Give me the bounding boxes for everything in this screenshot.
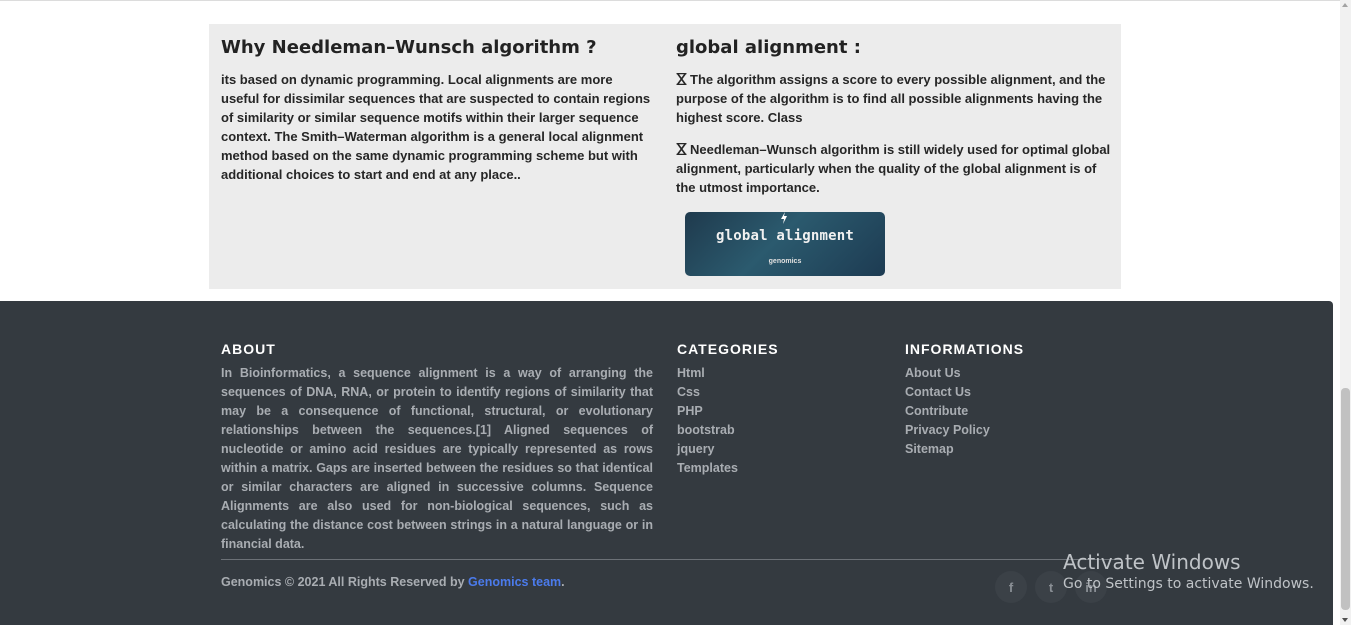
category-link-css[interactable]: Css xyxy=(677,383,738,402)
vertical-scrollbar[interactable] xyxy=(1340,0,1351,625)
copyright: Genomics © 2021 All Rights Reserved by G… xyxy=(221,575,565,589)
activate-windows-subtitle: Go to Settings to activate Windows. xyxy=(1063,576,1314,592)
lightning-icon xyxy=(781,212,787,224)
genomics-team-link[interactable]: Genomics team xyxy=(468,575,561,589)
scroll-down-arrow-icon[interactable] xyxy=(1342,618,1348,622)
why-text: its based on dynamic programming. Local … xyxy=(221,72,651,183)
categories-list: Html Css PHP bootstrab jquery Templates xyxy=(677,364,738,478)
global-alignment-column: global alignment : The algorithm assigns… xyxy=(676,36,1116,210)
category-link-jquery[interactable]: jquery xyxy=(677,440,738,459)
why-column: Why Needleman–Wunsch algorithm ? its bas… xyxy=(221,36,651,184)
image-subtitle: genomics xyxy=(768,258,802,265)
info-link-about-us[interactable]: About Us xyxy=(905,364,990,383)
info-link-sitemap[interactable]: Sitemap xyxy=(905,440,990,459)
global-alignment-image: global alignment genomics xyxy=(685,212,885,276)
activate-windows-title: Activate Windows xyxy=(1063,550,1241,574)
info-link-privacy-policy[interactable]: Privacy Policy xyxy=(905,421,990,440)
copyright-end: . xyxy=(561,575,565,589)
hourglass-icon xyxy=(676,73,687,86)
twitter-icon: t xyxy=(1048,579,1054,595)
alignment-intro-section: Why Needleman–Wunsch algorithm ? its bas… xyxy=(209,24,1121,289)
informations-list: About Us Contact Us Contribute Privacy P… xyxy=(905,364,990,459)
informations-heading: INFORMATIONS xyxy=(905,341,1025,357)
footer-divider xyxy=(221,559,1121,560)
category-link-bootstrap[interactable]: bootstrab xyxy=(677,421,738,440)
top-divider xyxy=(0,0,1340,1)
point-text: The algorithm assigns a score to every p… xyxy=(676,72,1106,126)
scrollbar-thumb[interactable] xyxy=(1341,388,1350,610)
why-title: Why Needleman–Wunsch algorithm ? xyxy=(221,37,597,58)
category-link-php[interactable]: PHP xyxy=(677,402,738,421)
point-text: Needleman–Wunsch algorithm is still wide… xyxy=(676,142,1111,196)
point-item: Needleman–Wunsch algorithm is still wide… xyxy=(676,140,1116,197)
global-alignment-title: global alignment : xyxy=(676,37,861,58)
category-link-templates[interactable]: Templates xyxy=(677,459,738,478)
hourglass-icon xyxy=(676,143,687,156)
scroll-up-arrow-icon[interactable] xyxy=(1342,3,1348,7)
categories-heading: CATEGORIES xyxy=(677,341,779,357)
image-title: global alignment xyxy=(715,228,855,244)
about-text: In Bioinformatics, a sequence alignment … xyxy=(221,366,653,551)
category-link-html[interactable]: Html xyxy=(677,364,738,383)
copyright-text: Genomics © 2021 All Rights Reserved by xyxy=(221,575,469,589)
facebook-icon: f xyxy=(1008,579,1014,595)
info-link-contact-us[interactable]: Contact Us xyxy=(905,383,990,402)
about-heading: ABOUT xyxy=(221,341,276,357)
point-item: The algorithm assigns a score to every p… xyxy=(676,70,1116,127)
info-link-contribute[interactable]: Contribute xyxy=(905,402,990,421)
page: Why Needleman–Wunsch algorithm ? its bas… xyxy=(0,0,1351,625)
facebook-button[interactable]: f xyxy=(995,571,1027,603)
